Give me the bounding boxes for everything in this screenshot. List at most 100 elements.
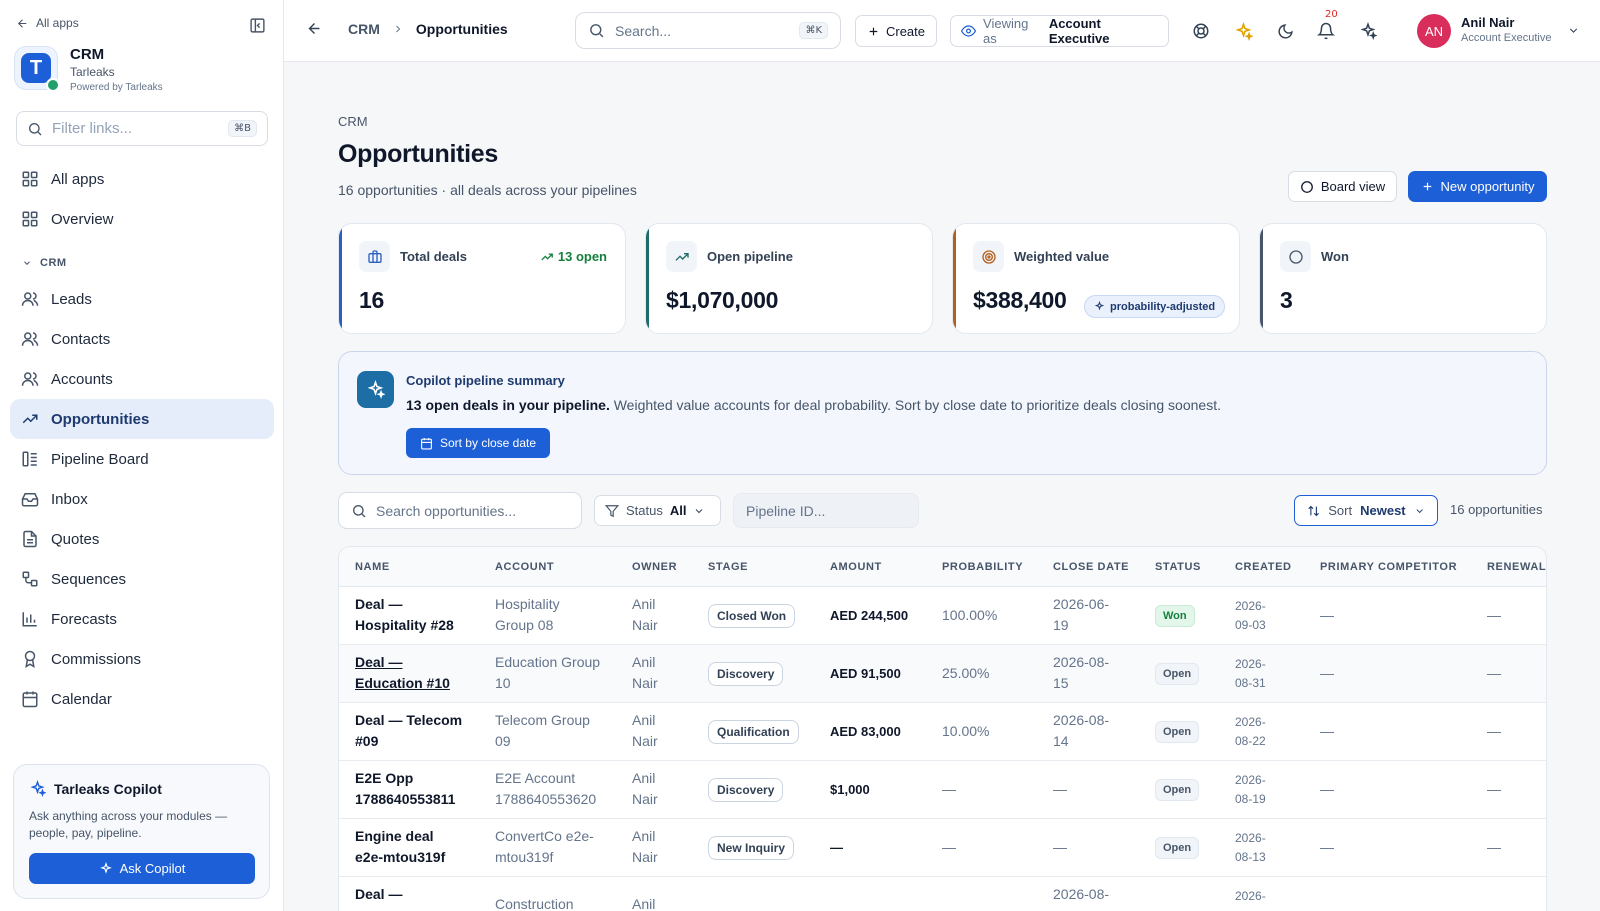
grid-icon — [22, 211, 38, 227]
close-date-value: 2026-08- 14 — [1053, 712, 1110, 749]
summary-title: Copilot pipeline summary — [406, 373, 565, 388]
pipeline-id-input[interactable]: Pipeline ID... — [733, 493, 919, 528]
table-row[interactable]: Engine deal e2e-mtou319f ConvertCo e2e-mt… — [339, 819, 1546, 877]
account-name[interactable]: E2E Account 1788640553620 — [495, 768, 596, 810]
table-row[interactable]: Deal — Telecom #09 Telecom Group 09 Anil Na… — [339, 703, 1546, 761]
theme-toggle-button[interactable] — [1274, 20, 1296, 42]
sidebar-item-inbox[interactable]: Inbox — [10, 479, 274, 519]
opportunity-name[interactable]: Engine deal e2e-mtou319f — [355, 826, 485, 868]
stat-card-total-deals: Total deals 13 open 16 — [338, 223, 626, 334]
column-header-renewal[interactable]: RENEWAL — [1487, 561, 1546, 573]
created-date: 2026- 08-13 — [1235, 831, 1266, 864]
collapse-sidebar-button[interactable] — [246, 14, 268, 36]
stat-label: Total deals — [400, 249, 467, 264]
board-view-button[interactable]: Board view — [1288, 171, 1397, 202]
opportunity-name[interactable]: Deal — Education #10 — [355, 652, 485, 694]
sidebar-item-sequences[interactable]: Sequences — [10, 559, 274, 599]
stage-badge: Qualification — [708, 720, 799, 744]
global-search-input[interactable]: Search... ⌘K — [575, 12, 841, 49]
breadcrumb-crm[interactable]: CRM — [348, 21, 380, 37]
sidebar-item-contacts[interactable]: Contacts — [10, 319, 274, 359]
stat-label: Weighted value — [1014, 249, 1110, 264]
account-name[interactable]: ConvertCo e2e-mtou319f — [495, 826, 594, 868]
column-header-owner[interactable]: OWNER — [632, 561, 677, 573]
sidebar-item-pipeline-board[interactable]: Pipeline Board — [10, 439, 274, 479]
sidebar-item-label: Commissions — [51, 650, 142, 668]
back-to-all-apps-link[interactable]: All apps — [16, 16, 79, 30]
sidebar-item-all-apps[interactable]: All apps — [10, 159, 274, 199]
copilot-button[interactable] — [1357, 20, 1379, 42]
column-header-amount[interactable]: AMOUNT — [830, 561, 882, 573]
opportunity-name[interactable]: Deal — Telecom #09 — [355, 710, 485, 752]
account-name[interactable]: Telecom Group 09 — [495, 710, 590, 752]
app-org: Tarleaks — [70, 65, 115, 79]
copilot-description: Ask anything across your modules — peopl… — [29, 809, 228, 840]
ask-copilot-button[interactable]: Ask Copilot — [29, 853, 255, 884]
table-row[interactable]: Deal — Construction Anil 2026-08- 2026- — [339, 877, 1546, 911]
stat-trend: 13 open — [540, 249, 607, 264]
table-row[interactable]: Deal — Education #10 Education Group 10 An… — [339, 645, 1546, 703]
sidebar-item-label: Sequences — [51, 570, 127, 588]
sparkles-icon — [1094, 301, 1105, 311]
notifications-button[interactable] — [1315, 20, 1337, 42]
plus-icon — [1423, 182, 1431, 191]
sidebar-item-overview[interactable]: Overview — [10, 199, 274, 239]
sidebar-item-calendar[interactable]: Calendar — [10, 679, 274, 719]
help-button[interactable] — [1190, 20, 1212, 42]
competitor-value: — — [1320, 839, 1334, 855]
competitor-value: — — [1320, 781, 1334, 797]
app-powered: Powered by Tarleaks — [70, 82, 163, 93]
opportunity-name[interactable]: E2E Opp 1788640553811 — [355, 768, 485, 810]
sidebar-item-leads[interactable]: Leads — [10, 279, 274, 319]
sort-select[interactable]: Sort Newest — [1294, 495, 1438, 526]
column-header-account[interactable]: ACCOUNT — [495, 561, 554, 573]
chevron-down-icon — [24, 261, 30, 265]
column-header-close-date[interactable]: CLOSE DATE — [1053, 561, 1129, 573]
user-menu-button[interactable] — [1567, 24, 1580, 42]
table-row[interactable]: Deal — Hospitality #28 Hospitality Group 0… — [339, 587, 1546, 645]
avatar[interactable]: AN — [1417, 14, 1451, 48]
app-logo: T — [14, 46, 60, 92]
account-name[interactable]: Construction — [495, 894, 574, 911]
search-opportunities-input[interactable]: Search opportunities... — [338, 492, 582, 529]
page-breadcrumb[interactable]: CRM — [338, 114, 368, 129]
new-opportunity-button[interactable]: New opportunity — [1408, 171, 1547, 202]
status-filter-select[interactable]: Status All — [594, 495, 721, 526]
sidebar-section-crm[interactable]: CRM — [22, 257, 67, 269]
opportunity-name[interactable]: Deal — Hospitality #28 — [355, 594, 485, 636]
column-header-primary-competitor[interactable]: PRIMARY COMPETITOR — [1320, 561, 1457, 573]
probability-value: — — [942, 839, 956, 855]
app-brand: T CRM Tarleaks Powered by Tarleaks — [14, 46, 163, 93]
sidebar-item-label: Contacts — [51, 330, 111, 348]
user-name[interactable]: Anil Nair — [1461, 15, 1514, 30]
sidebar-item-commissions[interactable]: Commissions — [10, 639, 274, 679]
column-header-created[interactable]: CREATED — [1235, 561, 1292, 573]
column-header-name[interactable]: NAME — [355, 561, 390, 573]
ai-features-button[interactable] — [1232, 20, 1254, 42]
eye-icon — [961, 25, 977, 37]
stage-badge: Discovery — [708, 778, 784, 802]
sort-by-close-date-button[interactable]: Sort by close date — [406, 428, 550, 458]
sidebar-item-forecasts[interactable]: Forecasts — [10, 599, 274, 639]
search-icon — [29, 122, 42, 135]
column-header-probability[interactable]: PROBABILITY — [942, 561, 1023, 573]
page-title: Opportunities — [338, 140, 498, 168]
account-name[interactable]: Hospitality Group 08 — [495, 594, 560, 636]
sidebar-item-accounts[interactable]: Accounts — [10, 359, 274, 399]
sidebar-item-label: Opportunities — [51, 410, 150, 428]
create-button[interactable]: Create — [855, 15, 937, 47]
column-header-status[interactable]: STATUS — [1155, 561, 1201, 573]
table-row[interactable]: E2E Opp 1788640553811 E2E Account 17886405… — [339, 761, 1546, 819]
created-date: 2026- — [1235, 889, 1266, 903]
back-button[interactable] — [306, 20, 323, 42]
sidebar-item-label: Pipeline Board — [51, 450, 149, 468]
file-icon — [23, 530, 37, 548]
column-header-stage[interactable]: STAGE — [708, 561, 748, 573]
account-name[interactable]: Education Group 10 — [495, 652, 600, 694]
sparkles-icon — [1360, 22, 1377, 40]
sidebar-item-quotes[interactable]: Quotes — [10, 519, 274, 559]
sidebar-item-opportunities[interactable]: Opportunities — [10, 399, 274, 439]
viewing-as-selector[interactable]: Viewing as Account Executive — [950, 15, 1169, 47]
opportunity-name[interactable]: Deal — — [355, 884, 485, 905]
filter-links-input[interactable]: Filter links... ⌘B — [16, 111, 268, 146]
